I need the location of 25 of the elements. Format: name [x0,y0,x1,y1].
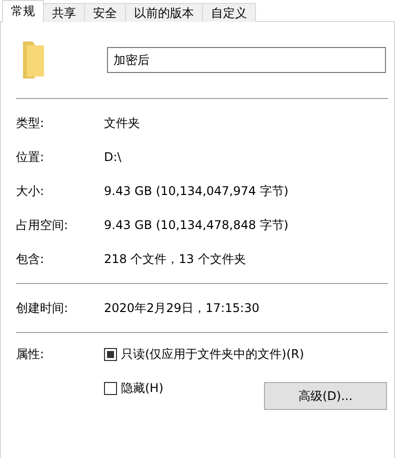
property-label: 占用空间: [16,216,70,234]
property-label: 属性: [16,346,46,362]
property-value: 2020年2月29日，17:15:30 [104,300,260,316]
checkbox-label: 隐藏(H) [121,380,164,396]
property-value: 文件夹 [104,114,140,132]
property-label: 大小: [16,182,46,200]
name-field[interactable]: 加密后 [107,47,386,73]
property-label: 类型: [16,114,46,132]
tab[interactable]: 以前的版本 [125,3,203,22]
property-value: 9.43 GB (10,134,478,848 字节) [104,216,288,234]
property-value: D:\ [104,150,122,164]
folder-icon [23,41,44,79]
tab[interactable]: 共享 [43,3,85,22]
property-label: 位置: [16,148,46,166]
tab[interactable]: 自定义 [202,3,256,22]
property-value: 9.43 GB (10,134,047,974 字节) [104,182,288,200]
tab[interactable]: 常规 [2,0,44,22]
checkbox[interactable] [104,382,117,394]
advanced-button[interactable]: 高级(D)... [264,382,387,410]
property-label: 创建时间: [16,300,70,316]
checkbox-label: 只读(仅应用于文件夹中的文件)(R) [121,346,304,362]
property-label: 包含: [16,250,46,268]
checkbox[interactable] [104,348,117,360]
tab[interactable]: 安全 [84,3,126,22]
property-value: 218 个文件，13 个文件夹 [104,250,246,268]
